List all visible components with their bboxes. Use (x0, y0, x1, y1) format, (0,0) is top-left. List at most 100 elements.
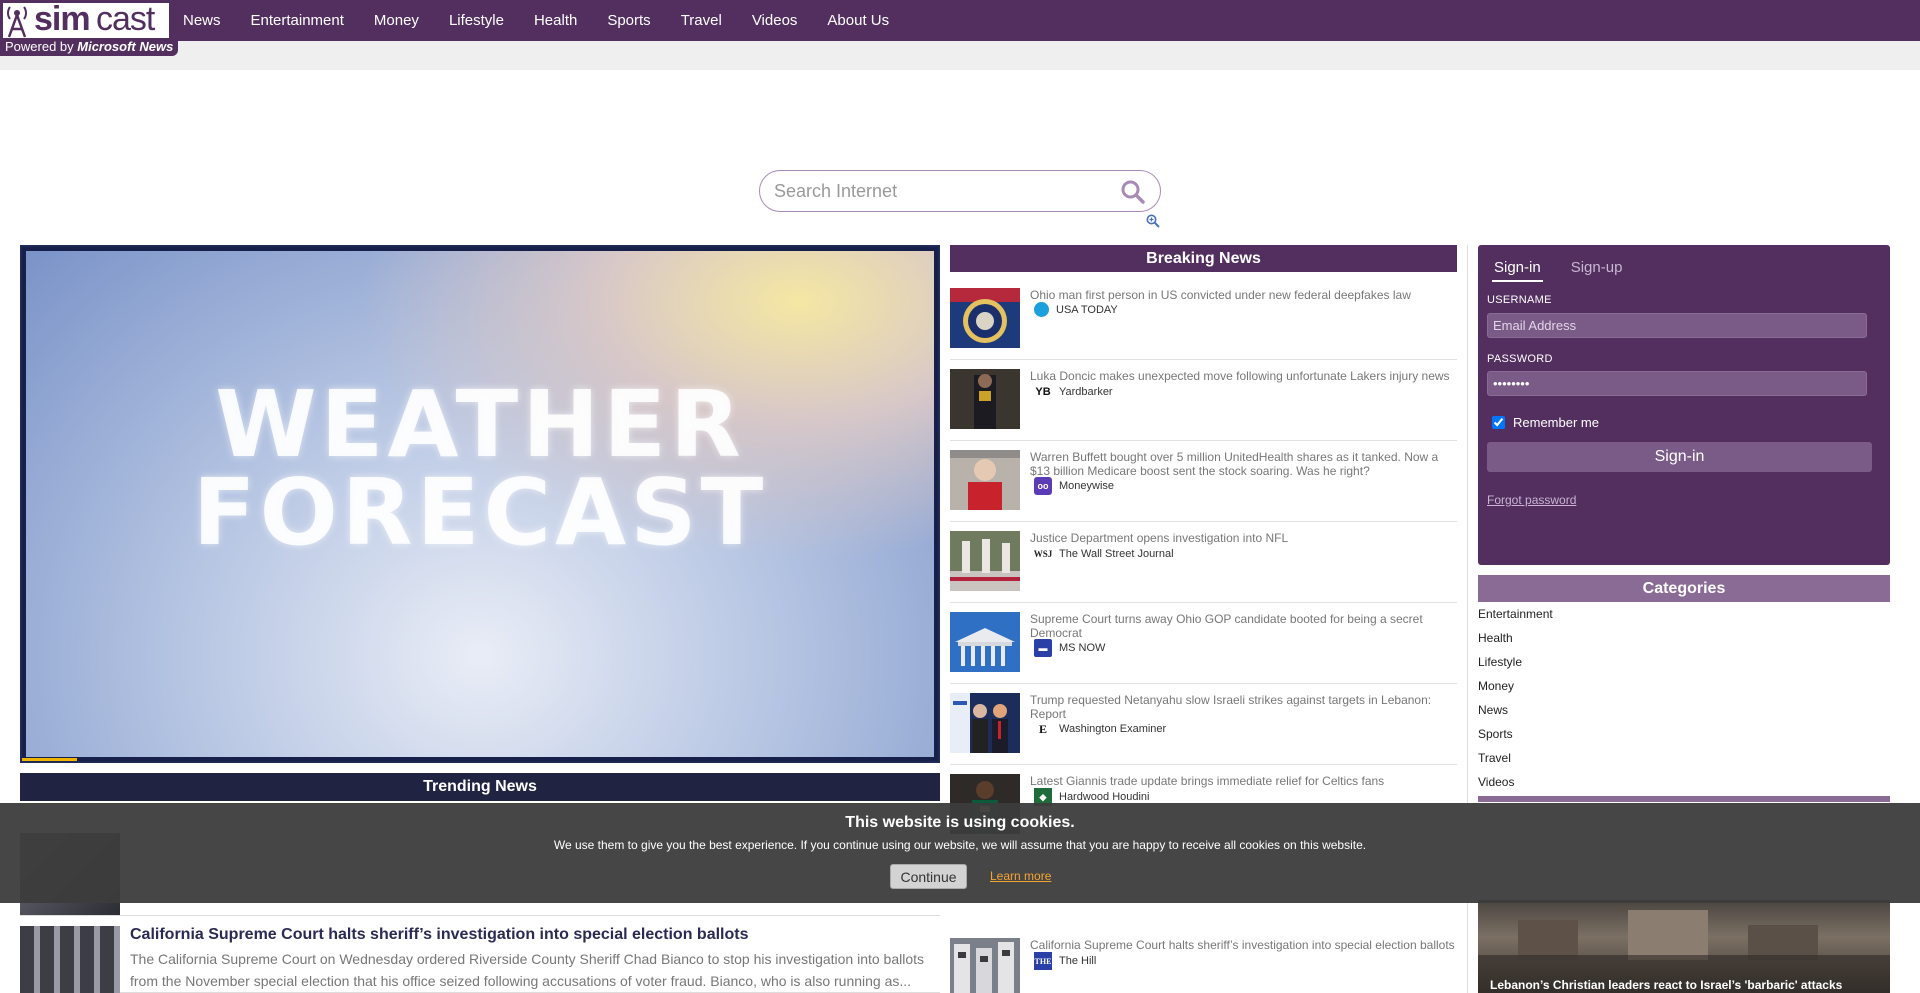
news-title[interactable]: Justice Department opens investigation i… (1030, 531, 1455, 545)
ms-now-logo-icon: ▬ (1034, 639, 1052, 657)
video-title-line2: FORECAST (192, 459, 768, 566)
news-title[interactable]: Warren Buffett bought over 5 million Uni… (1030, 450, 1455, 478)
featured-story-card[interactable]: Lebanon’s Christian leaders react to Isr… (1478, 900, 1890, 993)
logo-text-cast: cast (96, 0, 155, 38)
the-hill-logo-icon: THE (1034, 952, 1052, 970)
nav-money[interactable]: Money (359, 0, 434, 41)
nav-health[interactable]: Health (519, 0, 592, 41)
cookie-learn-more-link[interactable]: Learn more (990, 869, 1051, 883)
breaking-news-item[interactable]: Luka Doncic makes unexpected move follow… (950, 361, 1457, 441)
nav-sports[interactable]: Sports (592, 0, 665, 41)
trending-item-title[interactable]: California Supreme Court halts sheriff’s… (130, 926, 748, 944)
washington-examiner-logo-icon: E (1034, 720, 1052, 738)
forgot-password-link[interactable]: Forgot password (1487, 493, 1576, 507)
username-label: USERNAME (1487, 294, 1552, 306)
remember-me-checkbox[interactable] (1492, 416, 1505, 429)
powered-name: Microsoft News (77, 39, 174, 54)
breaking-news-item[interactable]: Trump requested Netanyahu slow Israeli s… (950, 685, 1457, 765)
news-thumbnail[interactable] (950, 288, 1020, 348)
zoom-in-icon[interactable] (1146, 214, 1160, 228)
category-news[interactable]: News (1478, 701, 1553, 725)
video-player[interactable]: WEATHER FORECAST (20, 245, 940, 763)
sub-bar (0, 41, 1920, 70)
news-title[interactable]: Latest Giannis trade update brings immed… (1030, 774, 1455, 788)
news-title[interactable]: California Supreme Court halts sheriff’s… (1030, 938, 1455, 952)
breaking-news-item[interactable]: Warren Buffett bought over 5 million Uni… (950, 442, 1457, 522)
tab-signup[interactable]: Sign-up (1569, 255, 1625, 282)
cookie-title: This website is using cookies. (845, 814, 1075, 831)
news-thumbnail[interactable] (950, 450, 1020, 510)
video-progress-bar[interactable] (22, 758, 77, 761)
video-title-line1: WEATHER (215, 371, 745, 478)
news-source: E Washington Examiner (1034, 720, 1166, 738)
news-source: THE The Hill (1034, 952, 1096, 970)
news-thumbnail[interactable] (950, 612, 1020, 672)
breaking-news-item[interactable]: California Supreme Court halts sheriff’s… (950, 930, 1457, 993)
news-title[interactable]: Ohio man first person in US convicted un… (1030, 288, 1455, 302)
categories-footer-bar (1478, 796, 1890, 802)
news-thumbnail[interactable] (950, 531, 1020, 591)
trending-thumbnail[interactable] (20, 926, 120, 993)
category-travel[interactable]: Travel (1478, 749, 1553, 773)
remember-me[interactable]: Remember me (1492, 415, 1599, 430)
category-lifestyle[interactable]: Lifestyle (1478, 653, 1553, 677)
trending-item[interactable]: California Supreme Court halts sheriff’s… (20, 926, 940, 993)
news-thumbnail[interactable] (950, 369, 1020, 429)
cookie-text: We use them to give you the best experie… (553, 838, 1367, 852)
site-logo[interactable]: sim cast (0, 0, 170, 41)
news-thumbnail[interactable] (950, 938, 1020, 993)
category-sports[interactable]: Sports (1478, 725, 1553, 749)
video-frame: WEATHER FORECAST (26, 251, 934, 757)
remember-me-label: Remember me (1513, 415, 1599, 430)
category-entertainment[interactable]: Entertainment (1478, 605, 1553, 629)
news-source-name: Yardbarker (1059, 386, 1113, 398)
wsj-logo-icon: WSJ (1034, 545, 1052, 563)
cookie-continue-button[interactable]: Continue (890, 864, 967, 889)
breaking-news-heading: Breaking News (950, 245, 1457, 272)
featured-story-title[interactable]: Lebanon’s Christian leaders react to Isr… (1490, 978, 1842, 992)
trending-news-heading: Trending News (20, 773, 940, 801)
search-input[interactable] (774, 179, 1104, 203)
trending-item-description: The California Supreme Court on Wednesda… (130, 951, 925, 989)
nav-news[interactable]: News (168, 0, 236, 41)
usa-today-logo-icon (1034, 302, 1049, 317)
news-title[interactable]: Trump requested Netanyahu slow Israeli s… (1030, 693, 1455, 721)
yardbarker-logo-icon: YB (1034, 383, 1052, 401)
search-box (759, 170, 1161, 212)
news-title[interactable]: Luka Doncic makes unexpected move follow… (1030, 369, 1455, 383)
breaking-news-item[interactable]: Ohio man first person in US convicted un… (950, 280, 1457, 360)
news-source: ▬ MS NOW (1034, 639, 1105, 657)
category-health[interactable]: Health (1478, 629, 1553, 653)
cookie-banner: This website is using cookies. We use th… (0, 803, 1920, 903)
breaking-news-item[interactable]: Justice Department opens investigation i… (950, 523, 1457, 603)
news-source-name: Moneywise (1059, 480, 1115, 492)
signin-button[interactable]: Sign-in (1487, 442, 1872, 472)
signin-panel: Sign-in Sign-up USERNAME PASSWORD ••••••… (1478, 245, 1890, 565)
breaking-news-item[interactable]: Supreme Court turns away Ohio GOP candid… (950, 604, 1457, 684)
nav-travel[interactable]: Travel (666, 0, 737, 41)
antenna-icon (7, 6, 27, 38)
nav-entertainment[interactable]: Entertainment (236, 0, 359, 41)
nav-videos[interactable]: Videos (737, 0, 813, 41)
breaking-news-panel: Breaking News Ohio man first person in U… (950, 245, 1457, 993)
news-source-name: USA TODAY (1056, 303, 1118, 316)
news-source: YB Yardbarker (1034, 383, 1113, 401)
nav-lifestyle[interactable]: Lifestyle (434, 0, 519, 41)
news-title[interactable]: Supreme Court turns away Ohio GOP candid… (1030, 612, 1455, 640)
news-source-name: The Hill (1059, 955, 1097, 967)
news-source: USA TODAY (1034, 302, 1118, 317)
logo-text-sim: sim (34, 0, 91, 38)
category-videos[interactable]: Videos (1478, 773, 1553, 797)
powered-prefix: Powered by (5, 39, 78, 54)
nav-about-us[interactable]: About Us (812, 0, 904, 41)
username-field[interactable] (1487, 313, 1867, 338)
tab-signin[interactable]: Sign-in (1492, 255, 1543, 282)
password-label: PASSWORD (1487, 353, 1553, 365)
news-thumbnail[interactable] (950, 693, 1020, 753)
search-icon[interactable] (1120, 179, 1146, 205)
category-money[interactable]: Money (1478, 677, 1553, 701)
signin-tabs: Sign-in Sign-up (1492, 255, 1650, 282)
categories-list: Entertainment Health Lifestyle Money New… (1478, 605, 1553, 797)
password-field[interactable]: •••••••• (1487, 371, 1867, 396)
news-source-name: The Wall Street Journal (1059, 548, 1174, 560)
